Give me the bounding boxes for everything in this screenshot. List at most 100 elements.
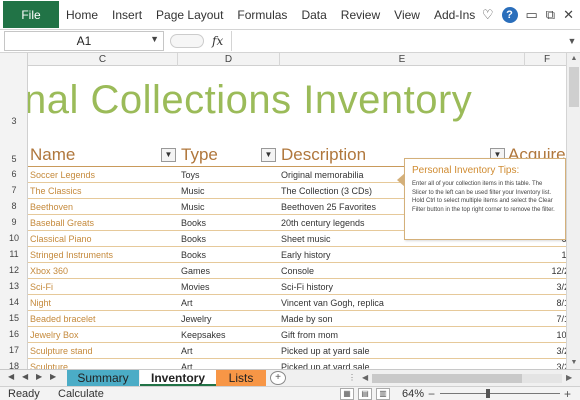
cell-acquired[interactable]: 3/25 xyxy=(524,359,566,369)
scroll-thumb[interactable] xyxy=(569,67,579,107)
cell-name[interactable]: The Classics xyxy=(30,183,178,199)
close-icon[interactable]: ✕ xyxy=(563,7,574,23)
row-header[interactable]: 18 xyxy=(0,361,28,369)
table-row[interactable]: Xbox 360GamesConsole12/25 xyxy=(28,263,566,279)
page-break-view-icon[interactable]: ▥ xyxy=(376,388,390,400)
page-layout-view-icon[interactable]: ▤ xyxy=(358,388,372,400)
column-header-f[interactable]: F xyxy=(525,53,566,66)
cell-type[interactable]: Games xyxy=(181,263,281,279)
next-sheet-icon[interactable]: ▶ xyxy=(36,372,42,381)
cell-acquired[interactable]: 7/17 xyxy=(524,311,566,327)
row-header[interactable]: 14 xyxy=(0,297,28,307)
row-header[interactable]: 16 xyxy=(0,329,28,339)
cell-name[interactable]: Jewelry Box xyxy=(30,327,178,343)
cell-type[interactable]: Keepsakes xyxy=(181,327,281,343)
cell-type[interactable]: Art xyxy=(181,295,281,311)
cell-description[interactable]: Made by son xyxy=(281,311,521,327)
restore-icon[interactable]: ⧉ xyxy=(546,7,555,23)
row-header[interactable]: 3 xyxy=(0,116,28,126)
scroll-right-icon[interactable]: ▶ xyxy=(566,373,572,382)
tab-data[interactable]: Data xyxy=(294,0,333,29)
cell-type[interactable]: Books xyxy=(181,247,281,263)
cell-description[interactable]: Early history xyxy=(281,247,521,263)
cell-type[interactable]: Art xyxy=(181,343,281,359)
row-header[interactable]: 17 xyxy=(0,345,28,355)
cell-description[interactable]: Sci-Fi history xyxy=(281,279,521,295)
heart-icon[interactable]: ♡ xyxy=(482,7,494,23)
vertical-scrollbar[interactable]: ▲ ▼ xyxy=(566,53,580,369)
cell-description[interactable]: Picked up at yard sale xyxy=(281,343,521,359)
horizontal-scroll-thumb[interactable] xyxy=(372,374,522,383)
cell-description[interactable]: Gift from mom xyxy=(281,327,521,343)
formula-input[interactable] xyxy=(231,31,564,51)
cell-description[interactable]: Vincent van Gogh, replica xyxy=(281,295,521,311)
scroll-down-icon[interactable]: ▼ xyxy=(567,357,580,369)
cell-name[interactable]: Soccer Legends xyxy=(30,167,178,183)
row-header[interactable]: 15 xyxy=(0,313,28,323)
tab-insert[interactable]: Insert xyxy=(105,0,149,29)
last-sheet-icon[interactable]: ▶ xyxy=(50,372,56,381)
insert-function-icon[interactable]: fx xyxy=(212,34,223,48)
zoom-slider[interactable] xyxy=(440,393,560,394)
cell-name[interactable]: Sculpture xyxy=(30,359,178,369)
cell-type[interactable]: Movies xyxy=(181,279,281,295)
row-header[interactable]: 11 xyxy=(0,249,28,259)
row-header[interactable]: 5 xyxy=(0,154,28,164)
cell-type[interactable]: Music xyxy=(181,199,281,215)
filter-dropdown-icon[interactable]: ▼ xyxy=(261,148,276,162)
table-row[interactable]: Sci-FiMoviesSci-Fi history3/25 xyxy=(28,279,566,295)
cell-name[interactable]: Stringed Instruments xyxy=(30,247,178,263)
cell-description[interactable]: Picked up at yard sale xyxy=(281,359,521,369)
table-row[interactable]: Beaded braceletJewelryMade by son7/17 xyxy=(28,311,566,327)
status-calculate[interactable]: Calculate xyxy=(58,388,104,400)
tab-add-ins[interactable]: Add-Ins xyxy=(427,0,482,29)
cell-name[interactable]: Beaded bracelet xyxy=(30,311,178,327)
sheet-tab-inventory[interactable]: Inventory xyxy=(140,370,216,386)
cell-name[interactable]: Beethoven xyxy=(30,199,178,215)
cell-type[interactable]: Art xyxy=(181,359,281,369)
file-tab[interactable]: File xyxy=(3,1,59,28)
row-header[interactable]: 9 xyxy=(0,217,28,227)
table-row[interactable]: Stringed InstrumentsBooksEarly history1/… xyxy=(28,247,566,263)
column-header-e[interactable]: E xyxy=(280,53,525,66)
cell-acquired[interactable]: 10/8 xyxy=(524,327,566,343)
cell-name[interactable]: Sci-Fi xyxy=(30,279,178,295)
cell-type[interactable]: Books xyxy=(181,215,281,231)
cell-acquired[interactable]: 12/25 xyxy=(524,263,566,279)
row-header[interactable]: 12 xyxy=(0,265,28,275)
table-row[interactable]: NightArtVincent van Gogh, replica8/13 xyxy=(28,295,566,311)
row-header[interactable]: 6 xyxy=(0,169,28,179)
zoom-out-icon[interactable]: − xyxy=(428,387,435,400)
cell-acquired[interactable]: 3/25 xyxy=(524,279,566,295)
cell-name[interactable]: Classical Piano xyxy=(30,231,178,247)
cell-name[interactable]: Night xyxy=(30,295,178,311)
prev-sheet-icon[interactable]: ◀ xyxy=(22,372,28,381)
zoom-slider-thumb[interactable] xyxy=(486,389,490,398)
cell-type[interactable]: Books xyxy=(181,231,281,247)
cell-acquired[interactable]: 8/13 xyxy=(524,295,566,311)
row-header[interactable]: 10 xyxy=(0,233,28,243)
cell-name[interactable]: Xbox 360 xyxy=(30,263,178,279)
tab-page-layout[interactable]: Page Layout xyxy=(149,0,230,29)
tab-split-handle[interactable]: ⋮ xyxy=(348,373,356,382)
tab-review[interactable]: Review xyxy=(334,0,387,29)
tab-view[interactable]: View xyxy=(387,0,427,29)
tab-home[interactable]: Home xyxy=(59,0,105,29)
column-header-d[interactable]: D xyxy=(178,53,280,66)
sheet-tab-summary[interactable]: Summary xyxy=(67,370,139,386)
scroll-left-icon[interactable]: ◀ xyxy=(362,373,368,382)
row-header[interactable]: 13 xyxy=(0,281,28,291)
row-header[interactable]: 8 xyxy=(0,201,28,211)
zoom-in-icon[interactable]: + xyxy=(564,387,571,400)
table-row[interactable]: SculptureArtPicked up at yard sale3/25 xyxy=(28,359,566,369)
zoom-level[interactable]: 64% xyxy=(402,388,424,400)
cell-description[interactable]: Console xyxy=(281,263,521,279)
help-icon[interactable]: ? xyxy=(501,6,518,23)
cell-acquired[interactable]: 1/1 xyxy=(524,247,566,263)
column-header-c[interactable]: C xyxy=(28,53,178,66)
cell-type[interactable]: Jewelry xyxy=(181,311,281,327)
scroll-up-icon[interactable]: ▲ xyxy=(567,53,580,65)
name-box[interactable]: A1 ▼ xyxy=(4,31,164,51)
first-sheet-icon[interactable]: ◀ xyxy=(8,372,14,381)
cell-name[interactable]: Baseball Greats xyxy=(30,215,178,231)
